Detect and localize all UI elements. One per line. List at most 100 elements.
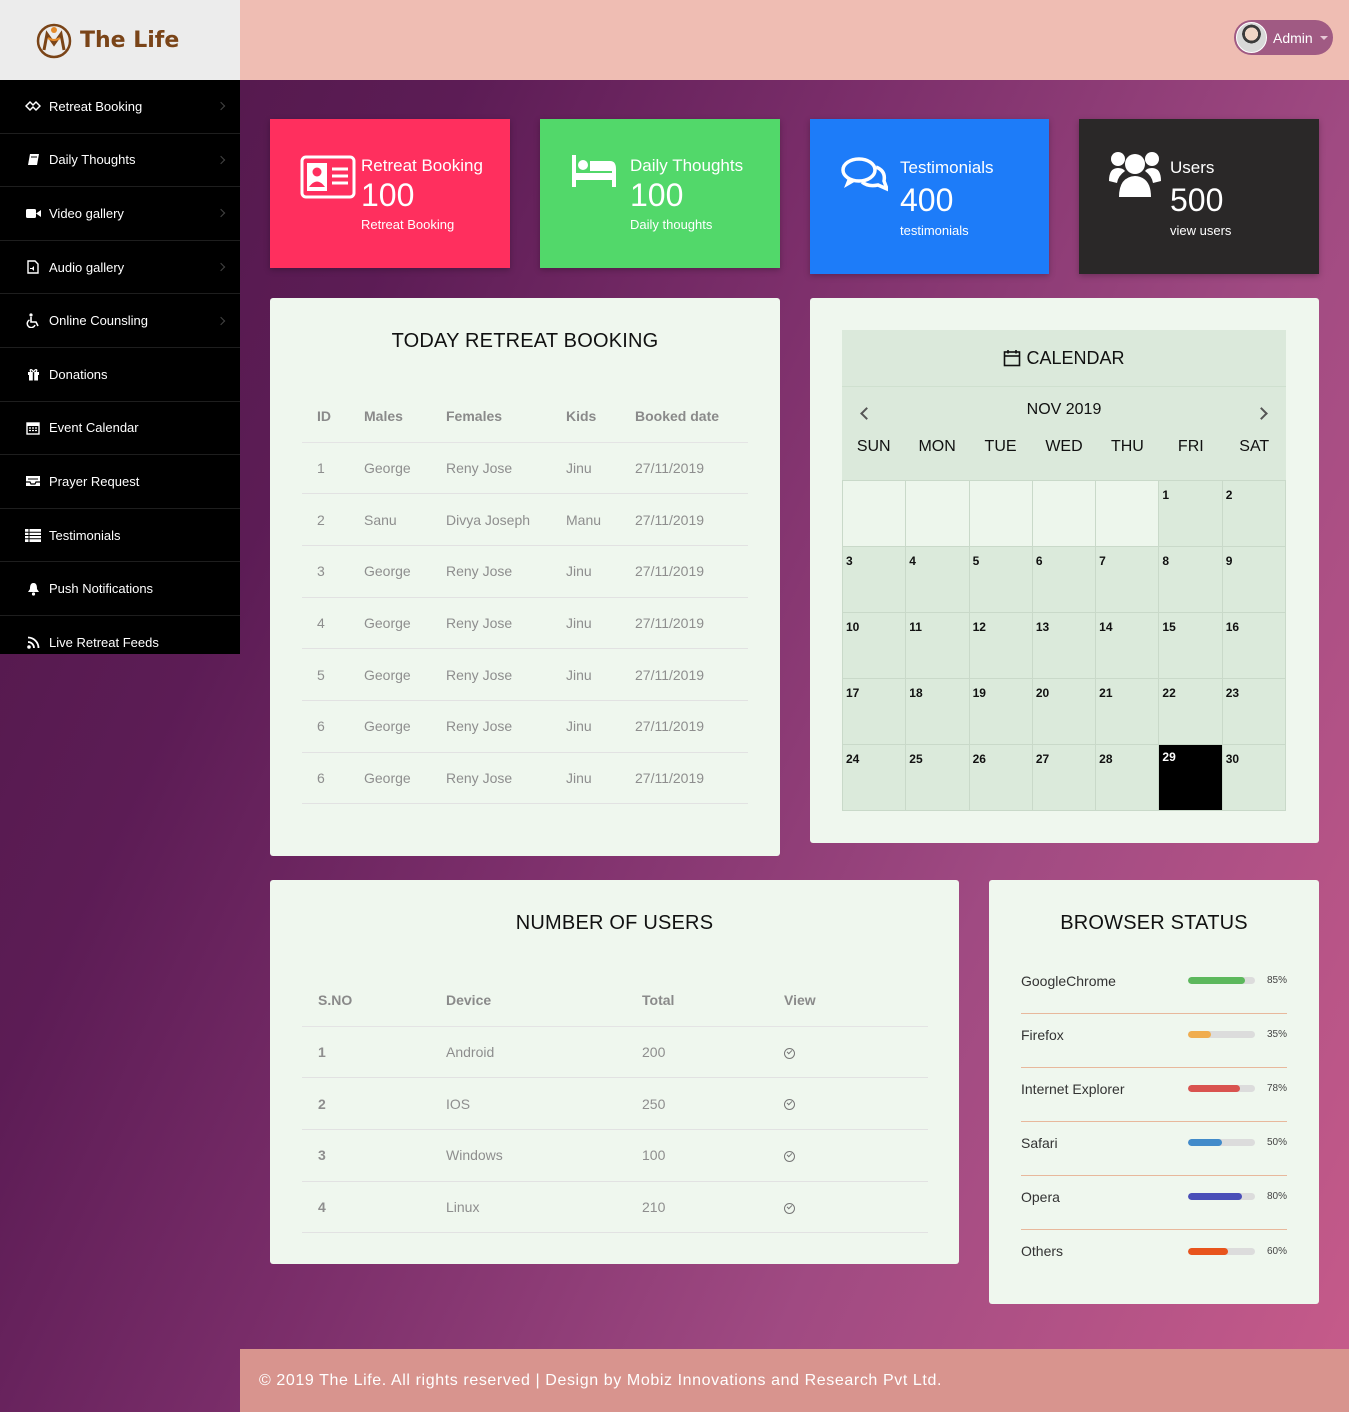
calendar-day[interactable]: 7 [1096,547,1160,613]
table-row: 1 George Reny Jose Jinu 27/11/2019 [302,442,748,495]
sidebar-item-donations[interactable]: Donations [0,348,240,402]
table-cell: Manu [566,493,635,546]
calendar-day[interactable]: 25 [906,745,970,811]
progress-bar [1188,1139,1255,1146]
sidebar-item-audio-gallery[interactable]: Audio gallery [0,241,240,295]
weekday-label: MON [918,438,956,455]
calendar-day[interactable]: 14 [1096,613,1160,679]
table-cell: Jinu [566,648,635,701]
table-cell: Reny Jose [446,442,566,495]
wheelchair-icon [25,313,41,329]
sidebar-item-label: Daily Thoughts [49,152,136,168]
calendar-day[interactable]: 3 [843,547,907,613]
calendar-day[interactable]: 11 [906,613,970,679]
inbox-icon [25,474,41,488]
table-cell: Android [446,1026,642,1079]
sidebar-item-online-counsling[interactable]: Online Counsling [0,294,240,348]
weekday-label: TUE [984,438,1017,455]
table-row: 2 IOS 250 [302,1077,928,1130]
table-cell: George [364,545,446,598]
calendar-day[interactable]: 1 [1159,481,1223,547]
sidebar-item-event-calendar[interactable]: Event Calendar [0,402,240,456]
table-cell: Reny Jose [446,545,566,598]
table-row: 2 Sanu Divya Joseph Manu 27/11/2019 [302,493,748,546]
calendar-day[interactable]: 15 [1159,613,1223,679]
calendar-empty-cell [1032,481,1097,547]
check-circle-icon[interactable] [784,1151,795,1163]
stat-card-daily-thoughts[interactable]: Daily Thoughts 100 Daily thoughts [540,119,780,268]
browser-row: Safari 50% [1021,1122,1287,1176]
calendar-day[interactable]: 17 [843,679,907,745]
stat-title: Testimonials [900,158,994,177]
table-cell: 5 [302,648,364,701]
calendar-day[interactable]: 18 [906,679,970,745]
table-cell: 6 [302,752,364,805]
table-row: 3 George Reny Jose Jinu 27/11/2019 [302,545,748,598]
stat-card-users[interactable]: Users 500 view users [1079,119,1319,274]
booking-title: TODAY RETREAT BOOKING [391,330,659,352]
table-cell: Reny Jose [446,752,566,805]
calendar-day[interactable]: 13 [1032,613,1097,679]
sidebar-item-push-notifications[interactable]: Push Notifications [0,562,240,616]
sidebar-item-live-retreat-feeds[interactable]: Live Retreat Feeds [0,616,240,670]
sidebar-item-daily-thoughts[interactable]: Daily Thoughts [0,134,240,188]
stat-title: Daily Thoughts [630,156,744,175]
view-cell [784,1026,928,1079]
stat-value: 100 [630,177,684,213]
check-circle-icon[interactable] [784,1047,795,1059]
calendar-day[interactable]: 16 [1222,613,1286,679]
list-icon [25,528,41,542]
sidebar-item-retreat-booking[interactable]: Retreat Booking [0,80,240,134]
calendar-day[interactable]: 4 [906,547,970,613]
calendar-day[interactable]: 5 [969,547,1033,613]
table-cell: Jinu [566,597,635,650]
table-cell: 27/11/2019 [635,700,748,753]
calendar-day[interactable]: 26 [969,745,1033,811]
calendar-day-today[interactable]: 29 [1159,745,1223,811]
chevron-right-icon [216,102,226,111]
calendar-day[interactable]: 21 [1096,679,1160,745]
stat-value: 500 [1170,182,1224,218]
calendar-day[interactable]: 19 [969,679,1033,745]
table-cell: 100 [642,1129,784,1182]
users-table: S.NO Device Total View 1 Android 200 2 IOS 250 3 W… [302,974,928,1234]
table-cell: IOS [446,1077,642,1130]
calendar-day[interactable]: 30 [1222,745,1286,811]
users-panel: NUMBER OF USERS S.NO Device Total View 1 And… [270,880,959,1264]
table-cell: 1 [302,1026,446,1079]
calendar-day[interactable]: 9 [1222,547,1286,613]
browser-title: BROWSER STATUS [1060,912,1248,934]
admin-menu-button[interactable]: Admin [1234,20,1333,55]
calendar-empty-cell [969,481,1033,547]
calendar-day[interactable]: 23 [1222,679,1286,745]
stat-card-retreat-booking[interactable]: Retreat Booking 100 Retreat Booking [270,119,510,268]
calendar-day[interactable]: 6 [1032,547,1097,613]
calendar-day[interactable]: 22 [1159,679,1223,745]
check-circle-icon[interactable] [784,1202,795,1214]
column-header: Males [364,390,446,443]
sidebar-item-prayer-request[interactable]: Prayer Request [0,455,240,509]
calendar-header: CALENDAR [842,330,1286,386]
sidebar-item-testimonials[interactable]: Testimonials [0,509,240,563]
browser-name: Others [1021,1243,1064,1259]
weekday-label: SAT [1239,438,1270,455]
brand-logo[interactable]: The Life [0,0,240,80]
calendar-day[interactable]: 8 [1159,547,1223,613]
stat-card-testimonials[interactable]: Testimonials 400 testimonials [810,119,1049,274]
sidebar-item-label: Push Notifications [49,581,154,597]
browser-name: Opera [1021,1188,1060,1205]
brand-name: The Life [80,27,180,53]
calendar-day[interactable]: 10 [843,613,907,679]
sidebar-item-label: Online Counsling [49,313,149,329]
calendar-day[interactable]: 28 [1096,745,1160,811]
sidebar-item-video-gallery[interactable]: Video gallery [0,187,240,241]
calendar-day[interactable]: 2 [1222,481,1286,547]
sidebar-item-label: Testimonials [49,527,121,543]
check-circle-icon[interactable] [784,1099,795,1111]
calendar-day[interactable]: 27 [1032,745,1097,811]
calendar-day[interactable]: 24 [843,745,907,811]
calendar-day[interactable]: 12 [969,613,1033,679]
calendar-day[interactable]: 20 [1032,679,1097,745]
progress-fill [1188,1139,1222,1146]
progress-fill [1188,1085,1241,1092]
